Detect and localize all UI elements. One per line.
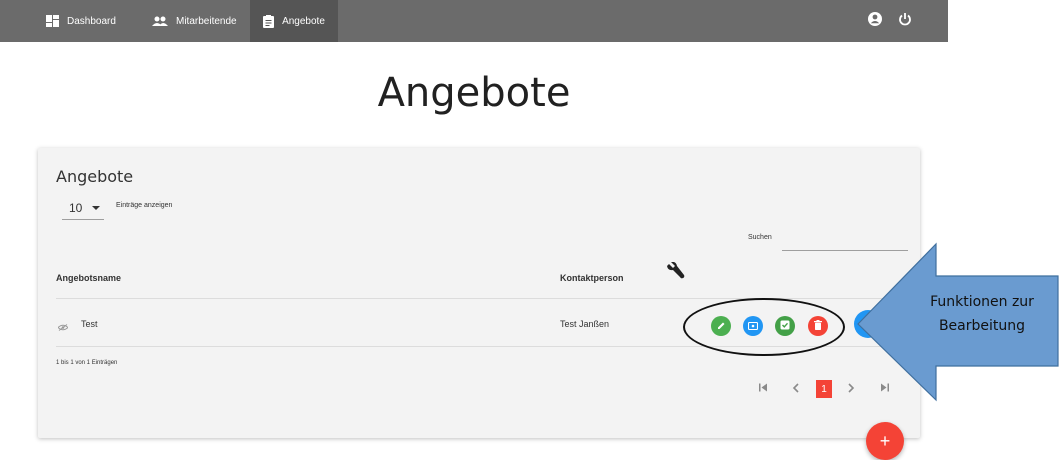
annotation-callout-arrow — [857, 242, 1059, 402]
annotation-line-1: Funktionen zur — [930, 294, 1034, 310]
annotation-text: Funktionen zur Bearbeitung — [906, 290, 1058, 338]
annotation-line-2: Bearbeitung — [938, 318, 1026, 334]
